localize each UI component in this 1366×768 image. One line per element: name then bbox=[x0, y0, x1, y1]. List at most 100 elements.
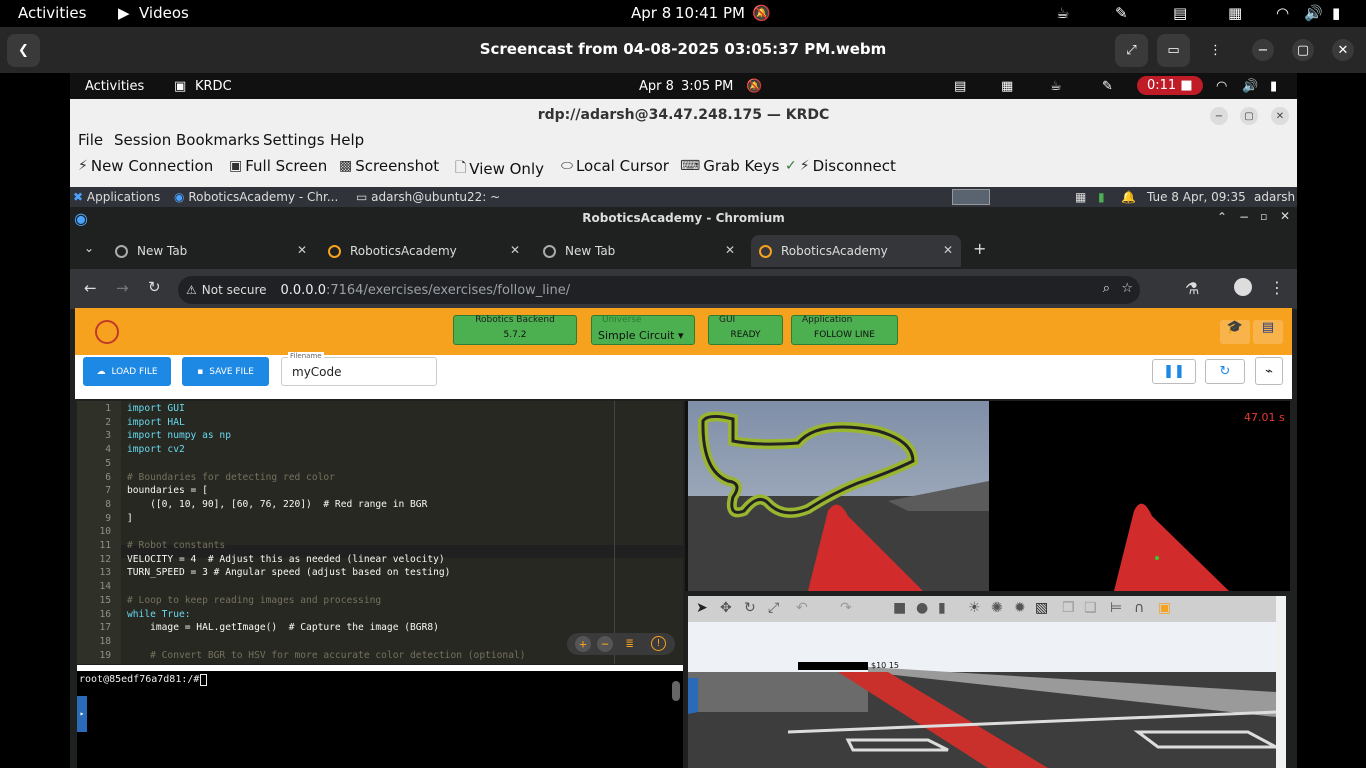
activities-button[interactable]: Activities bbox=[85, 79, 144, 94]
battery-icon[interactable]: ▮ bbox=[1332, 4, 1340, 22]
menu-settings[interactable]: Settings bbox=[263, 131, 325, 149]
copy-icon[interactable]: ❐ bbox=[1062, 600, 1075, 616]
warning-icon[interactable]: ⚠ bbox=[186, 283, 197, 297]
code-line[interactable]: boundaries = [ bbox=[127, 485, 208, 496]
terminal-scrollbar[interactable] bbox=[672, 681, 680, 701]
reset-button[interactable]: ↻ bbox=[1205, 359, 1245, 384]
clock[interactable]: Tue 8 Apr, 09:35 bbox=[1147, 190, 1246, 204]
snap-icon[interactable]: ∩ bbox=[1134, 600, 1144, 616]
new-tab-button[interactable]: + bbox=[973, 239, 986, 258]
pen-icon[interactable]: ✎ bbox=[1102, 79, 1113, 94]
wifi-icon[interactable]: ◠ bbox=[1216, 79, 1227, 94]
universe-select[interactable]: Universe Simple Circuit ▾ bbox=[591, 315, 695, 345]
note-icon[interactable]: ▤ bbox=[954, 79, 966, 94]
code-line[interactable]: VELOCITY = 4 # Adjust this as needed (li… bbox=[127, 554, 445, 565]
code-line[interactable]: ([0, 10, 90], [60, 76, 220]) # Red range… bbox=[127, 499, 427, 510]
format-icon[interactable]: ≣ bbox=[626, 636, 633, 650]
pen-icon[interactable]: ✎ bbox=[1115, 4, 1128, 22]
user-name[interactable]: adarsh bbox=[1254, 190, 1295, 204]
tab-roboticsacademy-active[interactable]: RoboticsAcademy ✕ bbox=[751, 235, 961, 267]
profile-icon[interactable] bbox=[1234, 278, 1252, 296]
align-icon[interactable]: ⊨ bbox=[1110, 600, 1122, 616]
box-icon[interactable]: ■ bbox=[893, 600, 906, 616]
point-light-icon[interactable]: ✺ bbox=[991, 600, 1003, 616]
labs-icon[interactable]: ⚗ bbox=[1185, 279, 1199, 298]
menu-bookmarks[interactable]: Bookmarks bbox=[176, 131, 260, 149]
recording-indicator[interactable]: 0:11 ■ bbox=[1137, 76, 1203, 95]
gui-status[interactable]: GUI READY bbox=[708, 315, 783, 345]
tab-close-icon[interactable]: ✕ bbox=[943, 243, 953, 257]
zoom-in-button[interactable]: + bbox=[575, 636, 591, 652]
rotate-icon[interactable]: ↻ bbox=[744, 600, 756, 616]
code-line[interactable]: while True: bbox=[127, 609, 191, 620]
reload-icon[interactable]: ↻ bbox=[148, 278, 161, 296]
screenshot-button[interactable]: ▩ Screenshot bbox=[339, 157, 439, 175]
undo-icon[interactable]: ↶ bbox=[796, 600, 808, 616]
sun-icon[interactable]: ☀ bbox=[968, 600, 981, 616]
screenshot-icon[interactable]: ▣ bbox=[1158, 600, 1171, 616]
clock[interactable]: 3:05 PM bbox=[681, 79, 733, 94]
chat-icon[interactable]: ▤ bbox=[1253, 320, 1283, 344]
code-line[interactable]: ] bbox=[127, 513, 133, 524]
date[interactable]: Apr 8 bbox=[639, 79, 674, 94]
notification-icon[interactable]: 🔔 bbox=[1121, 190, 1136, 204]
minimize-button[interactable]: − bbox=[1252, 39, 1274, 61]
minimize-button[interactable]: − bbox=[1239, 210, 1249, 224]
maximize-button[interactable]: ▫ bbox=[1260, 210, 1267, 223]
code-line[interactable]: import GUI bbox=[127, 403, 185, 414]
clipboard-icon[interactable]: ▦ bbox=[1001, 79, 1013, 94]
code-line[interactable]: # Robot constants bbox=[127, 540, 225, 551]
search-icon[interactable]: ⌕ bbox=[1103, 281, 1110, 296]
filename-field[interactable]: Filename myCode bbox=[281, 352, 437, 386]
code-line[interactable]: import HAL bbox=[127, 417, 185, 428]
tab-roboticsacademy-1[interactable]: RoboticsAcademy ✕ bbox=[328, 235, 528, 267]
fullscreen-button[interactable]: ⤢ bbox=[1115, 34, 1148, 67]
zoom-out-button[interactable]: − bbox=[597, 636, 613, 652]
menu-button[interactable]: ⋮ bbox=[1199, 34, 1232, 67]
save-file-button[interactable]: ▪ SAVE FILE bbox=[182, 357, 269, 386]
clipboard-icon[interactable]: ▦ bbox=[1075, 190, 1086, 204]
battery-icon[interactable]: ▮ bbox=[1270, 79, 1277, 94]
activities-button[interactable]: Activities bbox=[18, 4, 86, 22]
tab-close-icon[interactable]: ✕ bbox=[297, 243, 307, 257]
taskbar-terminal[interactable]: ▭ adarsh@ubuntu22: ~ bbox=[356, 190, 500, 204]
monitor-button[interactable]: ⌁ bbox=[1255, 357, 1283, 385]
code-line[interactable]: # Loop to keep reading images and proces… bbox=[127, 595, 381, 606]
spot-light-icon[interactable]: ✹ bbox=[1014, 600, 1026, 616]
terminal[interactable]: root@85edf76a7d81:/# ▸ bbox=[77, 671, 683, 768]
tab-new-tab-1[interactable]: New Tab ✕ bbox=[115, 235, 315, 267]
subtitles-button[interactable]: ▭ bbox=[1157, 34, 1190, 67]
star-icon[interactable]: ☆ bbox=[1121, 281, 1133, 296]
tab-list-icon[interactable]: ⌄ bbox=[84, 241, 94, 255]
scale-icon[interactable]: ⤢ bbox=[768, 600, 779, 616]
forward-arrow-icon[interactable]: → bbox=[116, 279, 129, 297]
code-line[interactable]: # Boundaries for detecting red color bbox=[127, 472, 335, 483]
code-line[interactable]: image = HAL.getImage() # Capture the ima… bbox=[127, 622, 439, 633]
redo-icon[interactable]: ↷ bbox=[840, 600, 852, 616]
wifi-icon[interactable]: ◠ bbox=[1276, 4, 1289, 22]
app-name[interactable]: KRDC bbox=[195, 79, 232, 94]
clipboard-icon[interactable]: ▦ bbox=[1228, 4, 1242, 22]
collapse-icon[interactable]: ⌃ bbox=[1217, 210, 1227, 224]
view-only-button[interactable]: 🗋 View Only bbox=[455, 157, 544, 181]
wireframe-icon[interactable]: ▧ bbox=[1035, 600, 1048, 616]
maximize-button[interactable]: ▢ bbox=[1240, 107, 1258, 125]
tab-close-icon[interactable]: ✕ bbox=[725, 243, 735, 257]
code-line[interactable]: import numpy as np bbox=[127, 430, 231, 441]
workspace-switcher[interactable] bbox=[952, 189, 990, 205]
back-arrow-icon[interactable]: ← bbox=[84, 279, 97, 297]
close-button[interactable]: ✕ bbox=[1280, 209, 1290, 223]
menu-help[interactable]: Help bbox=[330, 131, 364, 149]
code-line[interactable]: import cv2 bbox=[127, 444, 185, 455]
full-screen-button[interactable]: ▣ Full Screen bbox=[229, 157, 327, 175]
menu-session[interactable]: Session bbox=[114, 131, 171, 149]
volume-icon[interactable]: 🔊 bbox=[1304, 4, 1323, 22]
note-icon[interactable]: ▤ bbox=[1173, 4, 1187, 22]
application-status[interactable]: Application FOLLOW LINE bbox=[791, 315, 898, 345]
school-icon[interactable]: 🎓 bbox=[1220, 320, 1250, 344]
app-name[interactable]: Videos bbox=[139, 4, 189, 22]
address-bar[interactable]: ⚠ Not secure 0.0.0.0:7164/exercises/exer… bbox=[178, 276, 1140, 304]
vertical-splitter[interactable] bbox=[685, 401, 688, 591]
coffee-icon[interactable]: ☕ bbox=[1056, 4, 1069, 22]
terminal-side-handle[interactable]: ▸ bbox=[77, 696, 87, 732]
